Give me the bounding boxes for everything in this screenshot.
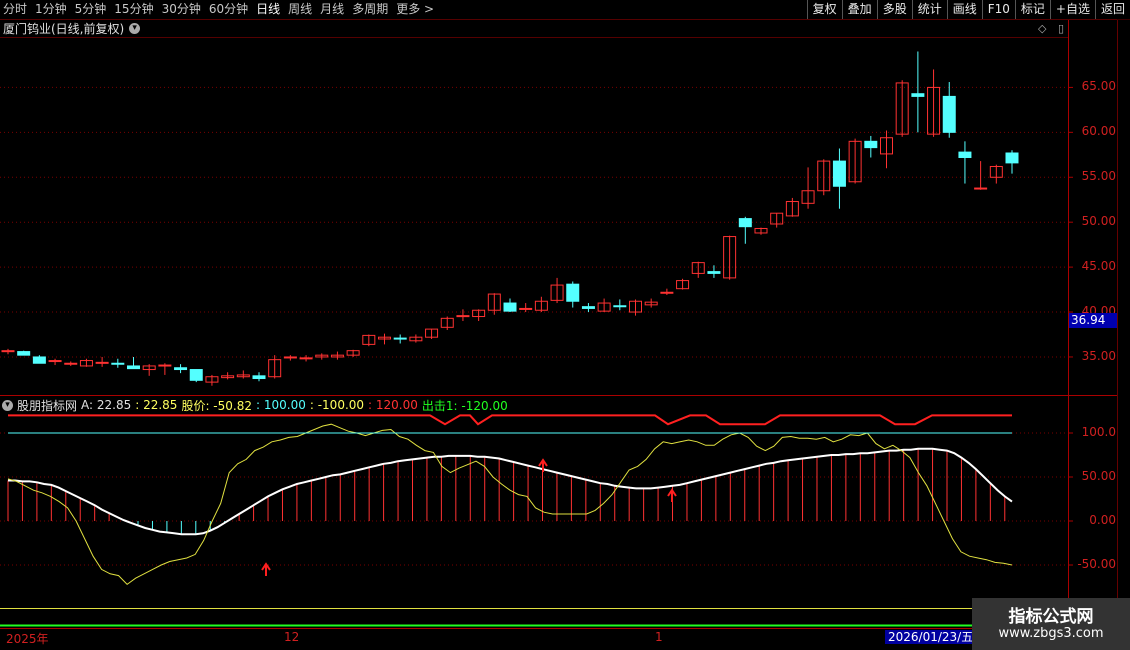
- candle-body-up: [95, 361, 109, 364]
- candle-body-down: [252, 375, 266, 380]
- candle-body-up: [299, 357, 313, 360]
- indicator-price: 股价: -50.82: [181, 398, 252, 413]
- indicator-label: 50.00: [1081, 469, 1116, 483]
- candle-body-down: [581, 306, 595, 309]
- candle-body-down: [832, 160, 846, 187]
- indicator-120: : 120.00: [368, 398, 418, 412]
- candle-body-down: [864, 140, 878, 149]
- date-label-dec: 12: [284, 630, 300, 644]
- candle-body-up: [48, 360, 62, 363]
- candle-body-down: [911, 93, 925, 97]
- candle-body-down: [111, 362, 125, 365]
- price-label: 55.00: [1081, 169, 1116, 184]
- indicator-m100: : -100.00: [309, 398, 365, 412]
- candle-body-down: [127, 365, 140, 370]
- candle-body-down: [738, 218, 752, 228]
- price-label: 65.00: [1081, 79, 1116, 94]
- candle-body-down: [1005, 152, 1019, 164]
- date-label-jan: 1: [655, 630, 663, 644]
- candle-body-up: [1, 350, 15, 353]
- watermark: 指标公式网 www.zbgs3.com: [972, 598, 1130, 650]
- candle-body-down: [942, 95, 956, 133]
- price-label: 50.00: [1081, 214, 1116, 229]
- candle-body-down: [613, 305, 627, 308]
- indicator-a: A: 22.85: [81, 398, 132, 412]
- candle-body-up: [519, 307, 533, 310]
- candle-body-up: [283, 356, 297, 359]
- indicator-a-line: [8, 447, 1013, 536]
- candle-body-up: [158, 364, 172, 367]
- candle-body-up: [974, 187, 988, 190]
- indicator-header: ▾ 股朋指标网 A: 22.85 : 22.85 股价: -50.82 : 10…: [2, 397, 512, 413]
- date-label-year: 2025年: [6, 632, 49, 646]
- price-label: 45.00: [1081, 259, 1116, 274]
- indicator-120-line: [8, 414, 1012, 426]
- price-label: 35.00: [1081, 348, 1116, 363]
- indicator-label: -50.00: [1077, 557, 1116, 571]
- candle-body-down: [503, 302, 517, 312]
- watermark-url: www.zbgs3.com: [998, 626, 1104, 641]
- candle-body-down: [174, 367, 188, 371]
- candle-body-up: [456, 315, 470, 318]
- candle-body-up: [660, 291, 674, 294]
- chevron-down-icon[interactable]: ▾: [2, 399, 13, 411]
- date-axis: 2025年 12 1: [0, 630, 970, 646]
- side-info-strip[interactable]: [1117, 20, 1130, 640]
- candle-body-down: [393, 337, 407, 340]
- candle-body-down: [189, 369, 203, 381]
- indicator-price-line: [7, 423, 1013, 586]
- price-label: 60.00: [1081, 124, 1116, 139]
- candle-body-down: [958, 151, 972, 158]
- watermark-title: 指标公式网: [1008, 607, 1094, 627]
- indicator-label: 0.00: [1089, 513, 1116, 527]
- selected-date: 2026/01/23/五: [885, 630, 977, 644]
- indicator-val2: : 22.85: [135, 398, 178, 412]
- candle-body-down: [32, 356, 46, 364]
- indicator-name: 股朋指标网: [17, 398, 78, 413]
- indicator-exit: 出击1: -120.00: [421, 398, 508, 413]
- candle-body-down: [17, 351, 31, 356]
- chart-canvas[interactable]: [0, 0, 1117, 650]
- indicator-100: : 100.00: [256, 398, 306, 412]
- candle-body-down: [707, 271, 721, 274]
- candle-body-up: [64, 362, 78, 365]
- indicator-label: 100.0: [1081, 425, 1116, 439]
- candle-body-down: [566, 283, 580, 302]
- last-price-marker: 36.94: [1069, 313, 1117, 328]
